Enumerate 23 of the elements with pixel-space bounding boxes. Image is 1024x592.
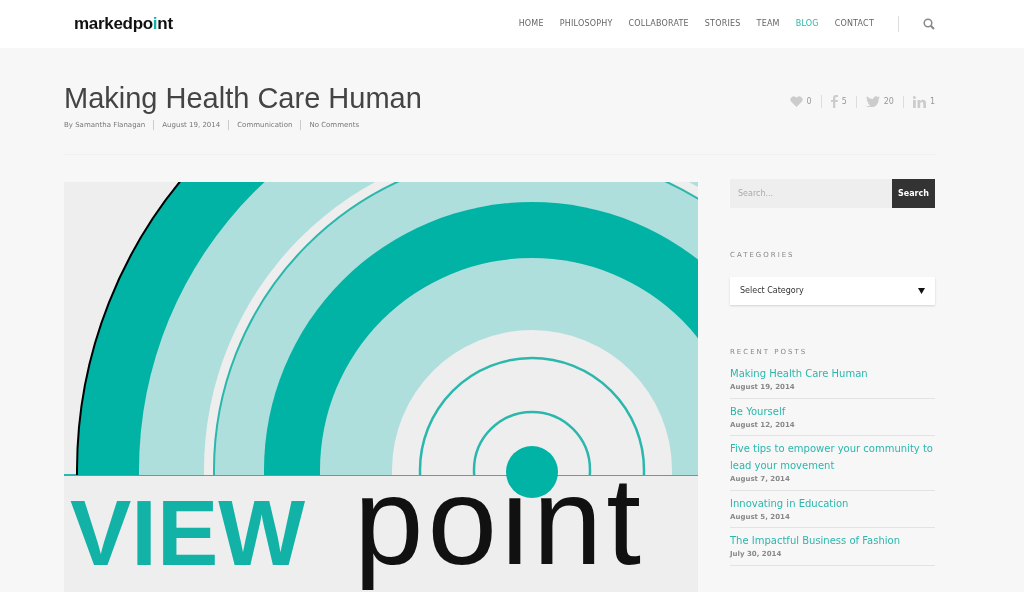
nav-link[interactable]: COLLABORATE (628, 18, 689, 30)
twitter-icon[interactable] (865, 96, 880, 107)
logo[interactable]: markedpoint (74, 11, 173, 37)
artwork-word: point (354, 451, 646, 590)
share-count: 20 (883, 95, 894, 108)
share-count: 1 (929, 95, 935, 108)
share-count: 5 (841, 95, 847, 108)
heart-icon[interactable] (789, 96, 803, 107)
nav-link[interactable]: CONTACT (834, 18, 874, 30)
caret-icon (918, 287, 925, 294)
nav-link[interactable]: HOME (518, 18, 544, 30)
nav-link[interactable]: TEAM (756, 18, 780, 30)
nav-link[interactable]: PHILOSOPHY (559, 18, 613, 30)
search-button[interactable]: Search (892, 179, 935, 208)
like-count: 0 (806, 95, 812, 108)
nav-link[interactable]: STORIES (704, 18, 741, 30)
category-select[interactable]: Select Category (730, 276, 935, 305)
post-title: Making Health Care Human (64, 81, 422, 116)
search-icon[interactable] (923, 18, 935, 30)
facebook-icon[interactable] (830, 95, 838, 108)
search-field[interactable]: Search... (730, 179, 892, 208)
linkedin-icon[interactable] (912, 95, 926, 108)
artwork-word: VIEW (70, 482, 306, 584)
